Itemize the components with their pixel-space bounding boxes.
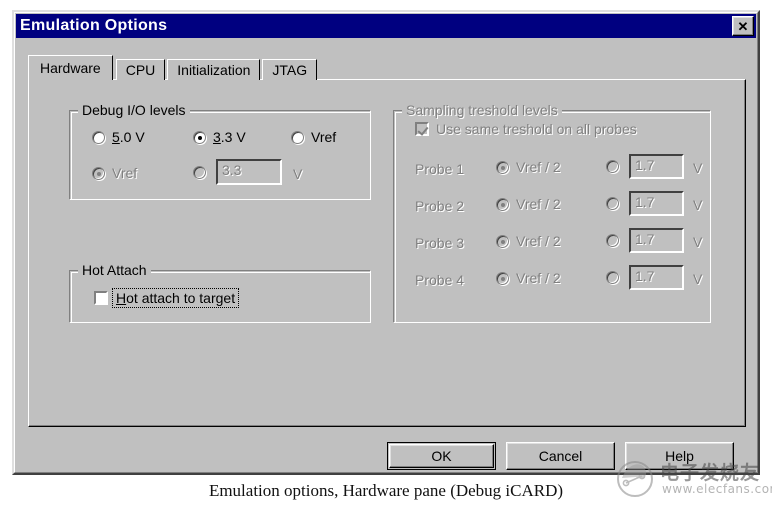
radio-vref-bottom-label: Vref: [112, 165, 138, 181]
figure-caption: Emulation options, Hardware pane (Debug …: [208, 481, 564, 500]
emulation-options-dialog: Emulation Options ✕ Hardware CPU Initial…: [12, 10, 760, 475]
tab-hardware[interactable]: Hardware: [28, 55, 113, 80]
tab-jtag-label: JTAG: [272, 62, 308, 78]
radio-33v-indicator[interactable]: [193, 130, 206, 144]
ok-button-label: OK: [431, 448, 452, 464]
tab-cpu[interactable]: CPU: [115, 59, 166, 80]
probe-2-unit: V: [693, 197, 703, 213]
probe-3-custom-radio[interactable]: [606, 234, 619, 247]
hot-attach-checkbox[interactable]: Hot attach to target: [94, 288, 240, 308]
cancel-button[interactable]: Cancel: [506, 442, 615, 470]
help-button[interactable]: Help: [625, 442, 734, 470]
hot-attach-title: Hot Attach: [78, 263, 151, 278]
radio-5v-accel: 5: [112, 129, 120, 145]
hot-attach-accel: H: [116, 290, 127, 306]
probe-2-custom-indicator[interactable]: [606, 197, 619, 210]
debug-io-levels-body: 5.0 V 3.3 V Vref Vref 3.3 V: [69, 110, 371, 200]
probe-3-label: Probe 3: [415, 235, 465, 251]
radio-5v-text: .0 V: [119, 129, 145, 145]
use-same-threshold-box[interactable]: [415, 122, 429, 136]
radio-vref-bottom[interactable]: Vref: [92, 166, 137, 180]
probe-2-vref-radio[interactable]: Vref / 2: [496, 197, 561, 211]
hot-attach-checkbox-box[interactable]: [94, 291, 108, 305]
radio-vref-top-indicator[interactable]: [291, 130, 304, 144]
probe-2-vref-indicator[interactable]: [496, 197, 509, 211]
hot-attach-checkbox-label: Hot attach to target: [112, 288, 240, 308]
radio-5v[interactable]: 5.0 V: [92, 130, 145, 144]
title-bar[interactable]: Emulation Options ✕: [16, 14, 756, 38]
probe-1-vref-indicator[interactable]: [496, 160, 509, 174]
hot-attach-group: Hot Attach Hot attach to target: [69, 263, 371, 323]
probe-1-value-input[interactable]: 1.7: [629, 154, 684, 179]
probe-3-unit: V: [693, 234, 703, 250]
custom-voltage-unit: V: [293, 166, 303, 182]
probe-2-vref-label: Vref / 2: [516, 196, 561, 212]
probe-4-label: Probe 4: [415, 272, 465, 288]
probe-2-value-input[interactable]: 1.7: [629, 191, 684, 216]
hot-attach-text: ot attach to target: [126, 290, 236, 306]
probe-1-unit: V: [693, 160, 703, 176]
probe-2-label: Probe 2: [415, 198, 465, 214]
radio-33v-text: .3 V: [220, 129, 246, 145]
help-button-label: Help: [665, 448, 694, 464]
probe-3-custom-indicator[interactable]: [606, 234, 619, 247]
probe-1-custom-indicator[interactable]: [606, 160, 619, 173]
tab-cpu-label: CPU: [125, 62, 156, 78]
debug-io-accel-char: g: [115, 102, 124, 118]
title-bar-buttons: ✕: [732, 16, 754, 36]
sampling-threshold-group: Sampling treshold levels Use same tresho…: [393, 103, 711, 323]
tab-initialization-label: Initialization: [177, 62, 251, 78]
radio-33v[interactable]: 3.3 V: [193, 130, 246, 144]
radio-vref-bottom-indicator[interactable]: [92, 166, 105, 180]
probe-3-vref-radio[interactable]: Vref / 2: [496, 234, 561, 248]
radio-5v-indicator[interactable]: [92, 130, 105, 144]
radio-33v-accel: 3: [213, 129, 221, 145]
probe-3-vref-label: Vref / 2: [516, 233, 561, 249]
debug-io-levels-group: Debug I/O levels 5.0 V 3.3 V Vref Vref 3…: [69, 103, 371, 200]
cancel-button-label: Cancel: [538, 448, 583, 464]
probe-4-custom-radio[interactable]: [606, 271, 619, 284]
sampling-threshold-title: Sampling treshold levels: [402, 103, 562, 118]
custom-voltage-input[interactable]: 3.3: [216, 159, 282, 185]
probe-1-label: Probe 1: [415, 161, 465, 177]
probe-4-vref-label: Vref / 2: [516, 270, 561, 286]
window-title: Emulation Options: [20, 17, 168, 34]
radio-33v-label: 3.3 V: [213, 130, 246, 144]
tab-hardware-label: Hardware: [40, 60, 101, 76]
ok-button[interactable]: OK: [387, 442, 496, 470]
probe-4-vref-indicator[interactable]: [496, 271, 509, 285]
probe-4-vref-radio[interactable]: Vref / 2: [496, 271, 561, 285]
probe-4-custom-indicator[interactable]: [606, 271, 619, 284]
probe-4-value-input[interactable]: 1.7: [629, 265, 684, 290]
hardware-tab-panel: Debug I/O levels 5.0 V 3.3 V Vref Vref 3…: [28, 79, 746, 427]
probe-1-custom-radio[interactable]: [606, 160, 619, 173]
tab-jtag[interactable]: JTAG: [262, 59, 318, 80]
debug-io-levels-title: Debug I/O levels: [78, 103, 190, 118]
radio-vref-top-label: Vref: [311, 129, 337, 145]
sampling-threshold-body: Use same treshold on all probes Probe 1 …: [393, 110, 711, 323]
radio-vref-top[interactable]: Vref: [291, 130, 336, 144]
probe-1-vref-radio[interactable]: Vref / 2: [496, 160, 561, 174]
radio-5v-label: 5.0 V: [112, 130, 145, 144]
probe-3-vref-indicator[interactable]: [496, 234, 509, 248]
radio-custom-voltage-indicator[interactable]: [193, 166, 206, 179]
probe-3-value-input[interactable]: 1.7: [629, 228, 684, 253]
ok-button-face: OK: [389, 444, 494, 468]
radio-custom-voltage[interactable]: [193, 166, 206, 179]
use-same-threshold-label: Use same treshold on all probes: [436, 121, 637, 137]
close-icon[interactable]: ✕: [732, 16, 754, 36]
probe-1-vref-label: Vref / 2: [516, 159, 561, 175]
use-same-threshold-checkbox[interactable]: Use same treshold on all probes: [415, 122, 637, 136]
probe-2-custom-radio[interactable]: [606, 197, 619, 210]
tab-initialization[interactable]: Initialization: [167, 59, 261, 80]
tab-strip: Hardware CPU Initialization JTAG: [28, 55, 744, 80]
probe-4-unit: V: [693, 271, 703, 287]
